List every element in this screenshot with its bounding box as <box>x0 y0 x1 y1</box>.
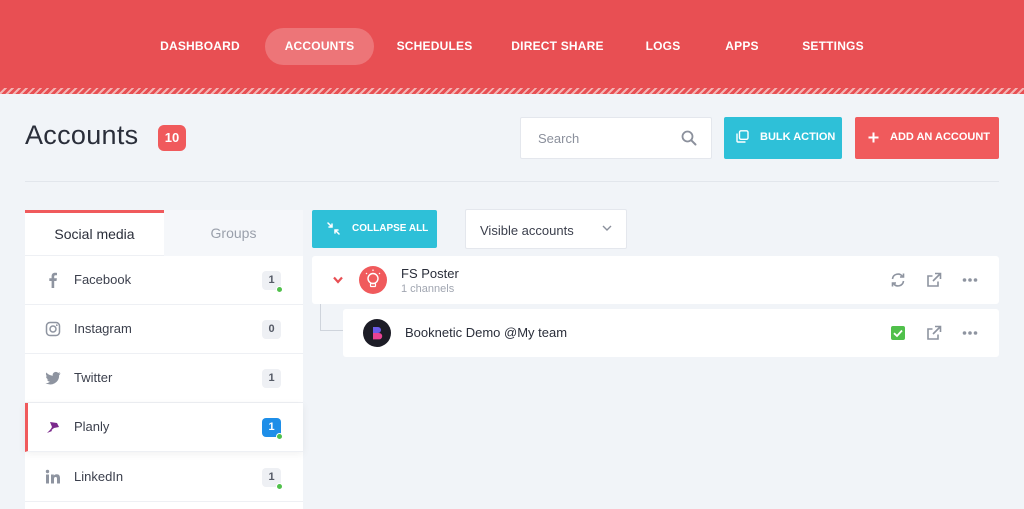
tree-connector <box>320 304 343 331</box>
account-name: Booknetic Demo @My team <box>405 325 568 340</box>
twitter-icon <box>45 371 61 385</box>
nav-apps[interactable]: APPS <box>712 28 772 65</box>
tab-social-media[interactable]: Social media <box>25 210 164 256</box>
checkbox-checked-icon[interactable] <box>890 325 906 341</box>
search-box <box>520 117 712 159</box>
network-label: Twitter <box>74 370 113 385</box>
tab-groups[interactable]: Groups <box>164 210 303 256</box>
account-card[interactable]: Booknetic Demo @My team <box>343 309 999 357</box>
panel-tabs: Social media Groups <box>25 210 303 256</box>
network-label: Planly <box>74 419 110 434</box>
planly-icon <box>47 422 59 433</box>
network-item-facebook[interactable]: Facebook 1 <box>25 256 303 305</box>
facebook-icon <box>49 272 57 288</box>
network-item-instagram[interactable]: Instagram 0 <box>25 305 303 354</box>
header-divider <box>25 181 999 182</box>
bulk-action-button[interactable]: BULK ACTION <box>724 117 842 159</box>
top-navigation: DASHBOARD ACCOUNTS SCHEDULES DIRECT SHAR… <box>0 0 1024 94</box>
network-item-twitter[interactable]: Twitter 1 <box>25 354 303 403</box>
nav-settings[interactable]: SETTINGS <box>792 28 874 65</box>
search-icon[interactable] <box>681 130 697 146</box>
nav-dashboard[interactable]: DASHBOARD <box>150 28 250 65</box>
account-group-name: FS Poster <box>401 266 459 281</box>
active-status-dot <box>276 433 283 440</box>
social-networks-panel: Social media Groups Facebook 1 Instagram… <box>25 210 303 509</box>
accounts-count-badge: 10 <box>158 125 186 151</box>
search-input[interactable] <box>521 118 671 158</box>
lightbulb-icon <box>365 269 381 288</box>
nav-schedules[interactable]: SCHEDULES <box>387 28 482 65</box>
booknetic-logo-icon <box>373 327 383 340</box>
bulk-action-label: BULK ACTION <box>760 131 836 143</box>
active-status-dot <box>276 286 283 293</box>
add-account-button[interactable]: ADD AN ACCOUNT <box>855 117 999 159</box>
network-item-planly[interactable]: Planly 1 <box>25 403 303 452</box>
network-label: LinkedIn <box>74 469 124 484</box>
collapse-icon <box>327 222 340 235</box>
fs-poster-avatar <box>359 266 387 294</box>
plus-icon <box>868 132 879 143</box>
booknetic-avatar <box>363 319 391 347</box>
network-count-badge: 0 <box>262 320 281 339</box>
instagram-icon <box>45 321 61 337</box>
active-status-dot <box>276 483 283 490</box>
more-options-icon[interactable] <box>962 272 978 288</box>
nav-direct-share[interactable]: DIRECT SHARE <box>502 28 613 65</box>
nav-border-pattern <box>0 88 1024 94</box>
network-count-badge: 1 <box>262 369 281 388</box>
copy-icon <box>736 130 749 143</box>
visible-accounts-label: Visible accounts <box>480 223 574 238</box>
network-item-linkedin[interactable]: LinkedIn 1 <box>25 453 303 502</box>
add-account-label: ADD AN ACCOUNT <box>890 131 991 143</box>
page-title: Accounts <box>25 120 139 150</box>
account-channels-count: 1 channels <box>401 283 455 295</box>
refresh-icon[interactable] <box>890 272 906 288</box>
collapse-all-label: COLLAPSE ALL <box>352 223 429 234</box>
collapse-all-button[interactable]: COLLAPSE ALL <box>312 210 437 248</box>
nav-accounts[interactable]: ACCOUNTS <box>265 28 374 65</box>
network-label: Instagram <box>74 321 132 336</box>
nav-logs[interactable]: LOGS <box>633 28 693 65</box>
chevron-down-icon <box>602 225 612 231</box>
visible-accounts-select[interactable]: Visible accounts <box>465 209 627 249</box>
external-link-icon[interactable] <box>926 325 942 341</box>
network-label: Facebook <box>74 272 132 287</box>
more-options-icon[interactable] <box>962 325 978 341</box>
account-group-card[interactable]: FS Poster 1 channels <box>312 256 999 304</box>
expand-chevron-icon[interactable] <box>333 276 343 284</box>
linkedin-icon <box>45 469 60 484</box>
external-link-icon[interactable] <box>926 272 942 288</box>
